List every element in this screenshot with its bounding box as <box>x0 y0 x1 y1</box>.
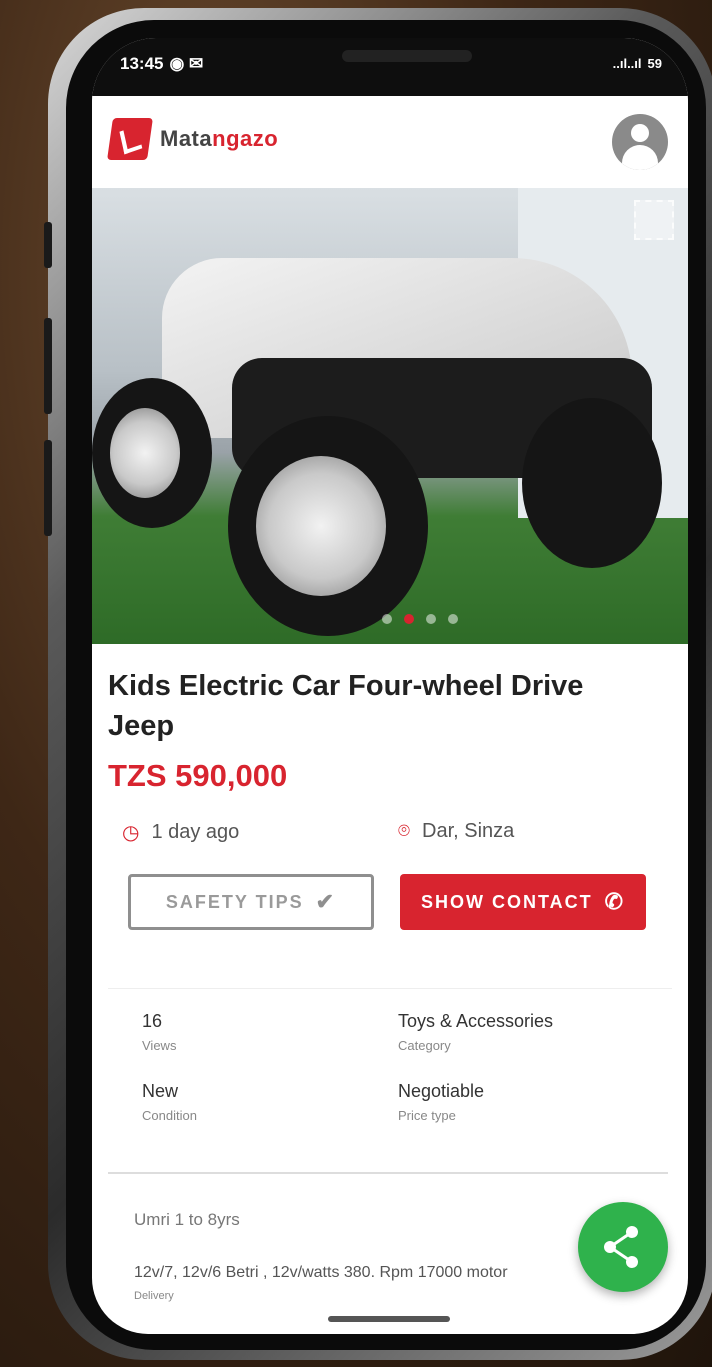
app-header: Matangazo <box>92 96 688 186</box>
share-icon <box>604 1226 638 1268</box>
pagination-dot-active[interactable] <box>404 614 414 624</box>
notch <box>342 50 472 62</box>
detail-value: Negotiable <box>398 1081 485 1101</box>
shield-check-icon: ✔ <box>315 889 337 914</box>
location-pin-icon: ⌾ <box>398 820 410 842</box>
status-right: ..ıl..ıl 59 <box>613 56 662 71</box>
phone-icon: ✆ <box>604 889 626 914</box>
detail-value: Toys & Accessories <box>398 1011 554 1031</box>
share-button[interactable] <box>578 1202 668 1292</box>
description-sub: Delivery <box>134 1290 174 1302</box>
profile-avatar-icon[interactable] <box>612 114 668 170</box>
listing-price: TZS 590,000 <box>108 758 288 793</box>
volume-down-button <box>44 440 52 536</box>
status-bar: 13:45 ◉ ✉ ..ıl..ıl 59 <box>92 38 688 96</box>
divider <box>108 1172 668 1174</box>
detail-label: Condition <box>142 1108 197 1123</box>
logo-text-prefix: Mata <box>160 126 213 151</box>
gallery-pagination <box>382 614 458 624</box>
car-wheel <box>228 416 428 636</box>
show-contact-label: SHOW CONTACT <box>420 891 593 912</box>
signal-icon: ..ıl..ıl <box>612 56 642 71</box>
pagination-dot[interactable] <box>382 614 392 624</box>
safety-tips-label: SAFETY TIPS <box>165 891 304 912</box>
detail-value: New <box>142 1081 179 1101</box>
logo-text-accent: ngazo <box>212 126 279 151</box>
phone-screen: 13:45 ◉ ✉ ..ıl..ıl 59 Matangazo Kids Ele… <box>92 38 688 1334</box>
logo[interactable]: Matangazo <box>107 118 278 160</box>
image-gallery[interactable] <box>92 188 688 644</box>
clock: 13:45 <box>120 54 164 73</box>
detail-label: Price type <box>398 1108 456 1123</box>
details-card: 16 Views Toys & Accessories Category New… <box>108 988 672 1169</box>
detail-condition: New Condition <box>142 1081 197 1123</box>
volume-up-button <box>44 318 52 414</box>
description-heading: Umri 1 to 8yrs <box>134 1210 240 1229</box>
posted-time-text: 1 day ago <box>151 821 240 843</box>
detail-value: 16 <box>142 1011 163 1031</box>
detail-category: Toys & Accessories Category <box>398 1011 553 1053</box>
logo-mark-icon <box>107 118 153 160</box>
listing-title: Kids Electric Car Four-wheel Drive Jeep <box>108 670 584 742</box>
pagination-dot[interactable] <box>426 614 436 624</box>
status-time: 13:45 ◉ ✉ <box>120 54 203 74</box>
description-text: 12v/7, 12v/6 Betri , 12v/watts 380. Rpm … <box>134 1264 508 1281</box>
location: ⌾ Dar, Sinza <box>398 820 514 843</box>
fullscreen-icon[interactable] <box>634 200 674 240</box>
home-indicator[interactable] <box>328 1316 450 1322</box>
show-contact-button[interactable]: SHOW CONTACT ✆ <box>400 874 646 930</box>
car-wheel <box>522 398 662 568</box>
posted-time: ◷ 1 day ago <box>122 820 239 845</box>
detail-label: Views <box>142 1038 177 1053</box>
notification-icons: ◉ ✉ <box>169 54 204 73</box>
logo-text: Matangazo <box>160 126 278 152</box>
location-text: Dar, Sinza <box>422 820 515 842</box>
car-wheel <box>92 378 212 528</box>
battery-icon: 59 <box>647 56 662 71</box>
detail-price-type: Negotiable Price type <box>398 1081 484 1123</box>
side-button <box>44 222 52 268</box>
pagination-dot[interactable] <box>448 614 458 624</box>
detail-label: Category <box>398 1038 451 1053</box>
safety-tips-button[interactable]: SAFETY TIPS ✔ <box>128 874 374 930</box>
clock-icon: ◷ <box>122 822 140 844</box>
detail-views: 16 Views <box>142 1011 176 1053</box>
